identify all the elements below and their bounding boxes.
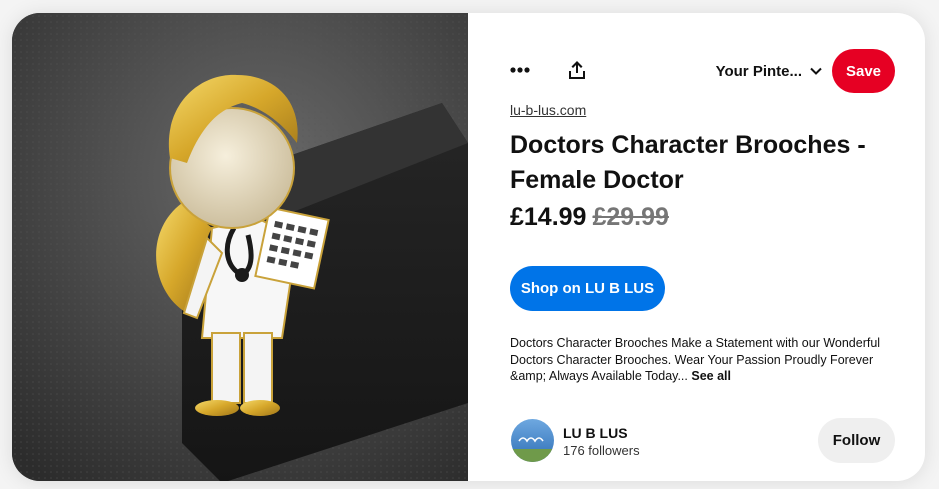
pin-description: Doctors Character Brooches Make a Statem… xyxy=(510,335,910,385)
pin-image[interactable] xyxy=(12,13,468,481)
pin-title: Doctors Character Brooches - Female Doct… xyxy=(510,131,866,194)
follow-button[interactable]: Follow xyxy=(818,418,895,463)
brooch-photo xyxy=(12,13,468,481)
see-all-link[interactable]: See all xyxy=(691,369,731,383)
pin-card: Your Pinte... Save lu-b-lus.com Doctors … xyxy=(12,13,925,481)
chevron-down-icon xyxy=(810,67,822,75)
original-price: £29.99 xyxy=(592,203,669,231)
creator-avatar[interactable] xyxy=(511,419,554,462)
save-button[interactable]: Save xyxy=(832,49,895,93)
source-domain-link[interactable]: lu-b-lus.com xyxy=(510,102,586,118)
more-options-button[interactable] xyxy=(500,50,540,90)
creator-name[interactable]: LU B LUS xyxy=(563,425,628,441)
pin-details: Your Pinte... Save lu-b-lus.com Doctors … xyxy=(468,13,925,481)
share-icon xyxy=(569,61,585,79)
avatar xyxy=(511,419,554,462)
price-block: £14.99 £29.99 xyxy=(510,203,669,232)
share-button[interactable] xyxy=(557,50,597,90)
ellipsis-icon xyxy=(510,67,530,73)
board-selector[interactable]: Your Pinte... xyxy=(716,56,822,86)
shop-button[interactable]: Shop on LU B LUS xyxy=(510,266,665,311)
board-label: Your Pinte... xyxy=(715,62,802,80)
current-price: £14.99 xyxy=(510,203,587,231)
follower-count: 176 followers xyxy=(563,443,640,458)
